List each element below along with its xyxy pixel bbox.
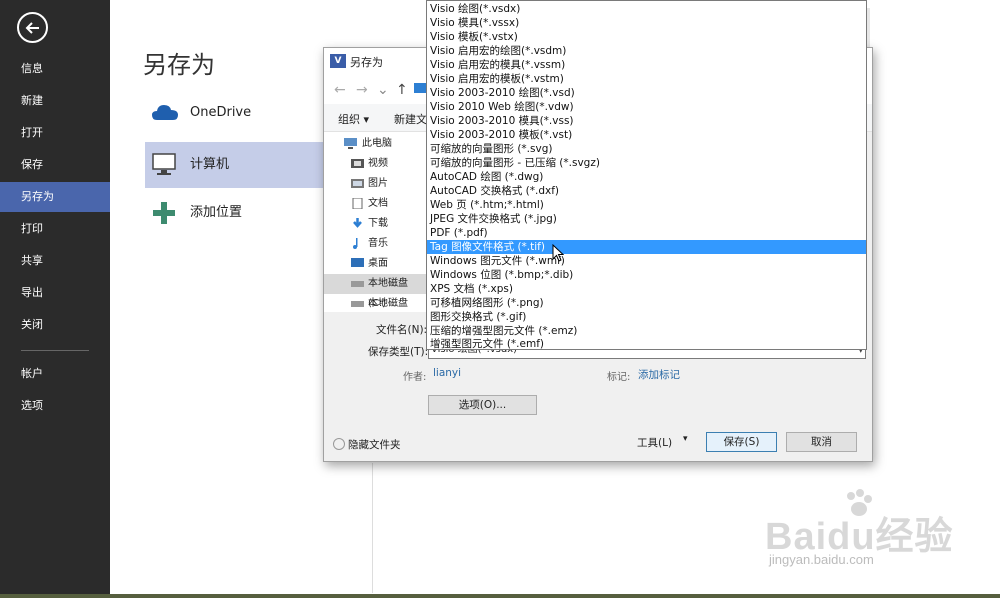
nav-item-account[interactable]: 帐户 (0, 359, 110, 389)
music-icon (353, 238, 358, 249)
filename-label: 文件名(N): (376, 324, 428, 336)
tree-item-music[interactable]: 音乐 (324, 234, 427, 254)
filetype-option[interactable]: PDF (*.pdf) (427, 226, 866, 240)
save-button[interactable]: 保存(S) (706, 432, 777, 452)
nav-item-print[interactable]: 打印 (0, 214, 110, 244)
nav-item-info[interactable]: 信息 (0, 54, 110, 84)
filetype-option[interactable]: 可缩放的向量图形 - 已压缩 (*.svgz) (427, 156, 866, 170)
nav-item-save[interactable]: 保存 (0, 150, 110, 180)
filetype-option[interactable]: AutoCAD 绘图 (*.dwg) (427, 170, 866, 184)
nav-item-close[interactable]: 关闭 (0, 310, 110, 340)
nav-item-options[interactable]: 选项 (0, 391, 110, 421)
disk-icon (351, 301, 364, 307)
chevron-down-icon[interactable]: ⌄ (377, 82, 389, 98)
up-arrow-icon[interactable]: ↑ (396, 82, 408, 98)
filetype-option[interactable]: Visio 2003-2010 模板(*.vst) (427, 128, 866, 142)
filetype-option[interactable]: XPS 文档 (*.xps) (427, 282, 866, 296)
tree-item-this-pc[interactable]: 此电脑 (324, 134, 427, 154)
tags-value[interactable]: 添加标记 (638, 367, 680, 382)
pc-icon (344, 138, 357, 149)
tree-item-disk-d[interactable]: 本地磁盘 (D:) (324, 294, 427, 312)
bottom-strip (0, 594, 1000, 598)
cancel-button[interactable]: 取消 (786, 432, 857, 452)
tags-label: 标记: (607, 372, 631, 383)
place-computer[interactable]: 计算机 (145, 142, 325, 188)
watermark-url: jingyan.baidu.com (769, 552, 874, 567)
tools-dropdown-icon[interactable]: ▾ (683, 434, 688, 444)
dialog-title: 另存为 (350, 56, 383, 69)
nav-item-open[interactable]: 打开 (0, 118, 110, 148)
back-arrow-icon (25, 22, 39, 34)
filetype-option[interactable]: 压缩的增强型图元文件 (*.emz) (427, 324, 866, 338)
filetype-option[interactable]: 图形交换格式 (*.gif) (427, 310, 866, 324)
organize-button[interactable]: 组织 ▾ (338, 111, 369, 127)
hide-folders-label: 隐藏文件夹 (348, 439, 401, 451)
baidu-watermark: Baidu经验 jingyan.baidu.com (765, 489, 995, 590)
filetype-option[interactable]: Windows 图元文件 (*.wmf) (427, 254, 866, 268)
video-icon (351, 159, 364, 168)
forward-arrow-icon[interactable]: → (356, 82, 368, 98)
tree-item-downloads[interactable]: 下载 (324, 214, 427, 234)
plus-icon (153, 202, 175, 224)
tree-item-pictures[interactable]: 图片 (324, 174, 427, 194)
download-icon (353, 218, 362, 228)
filetype-option[interactable]: Visio 启用宏的绘图(*.vsdm) (427, 44, 866, 58)
filetype-label: 保存类型(T): (368, 346, 429, 358)
tree-item-disk-c[interactable]: 本地磁盘 (C:) (324, 274, 427, 309)
author-label: 作者: (403, 372, 427, 383)
back-button[interactable] (17, 12, 48, 43)
hide-folders-toggle[interactable]: 隐藏文件夹 (333, 437, 401, 452)
backstage-nav: 信息 新建 打开 保存 另存为 打印 共享 导出 关闭 帐户 选项 (0, 0, 110, 598)
place-label: 添加位置 (190, 205, 243, 220)
computer-icon (152, 153, 176, 175)
filetype-option[interactable]: Windows 位图 (*.bmp;*.dib) (427, 268, 866, 282)
tree-item-videos[interactable]: 视频 (324, 154, 427, 174)
nav-item-export[interactable]: 导出 (0, 278, 110, 308)
filetype-option[interactable]: Visio 模板(*.vstx) (427, 30, 866, 44)
desktop-icon (351, 258, 364, 267)
filetype-option[interactable]: Visio 启用宏的模具(*.vssm) (427, 58, 866, 72)
place-add-location[interactable]: 添加位置 (145, 190, 325, 236)
author-value[interactable]: lianyi (433, 367, 461, 379)
back-arrow-icon[interactable]: ← (334, 82, 346, 98)
nav-divider (21, 350, 89, 351)
disk-icon (351, 281, 364, 287)
tree-item-documents[interactable]: 文档 (324, 194, 427, 214)
filetype-option[interactable]: Visio 绘图(*.vsdx) (427, 2, 866, 16)
filetype-dropdown-list: Visio 绘图(*.vsdx) Visio 模具(*.vssx) Visio … (426, 0, 867, 350)
filetype-option-highlighted[interactable]: Tag 图像文件格式 (*.tif) (427, 240, 866, 254)
filetype-option[interactable]: 可缩放的向量图形 (*.svg) (427, 142, 866, 156)
filetype-option[interactable]: Visio 2003-2010 绘图(*.vsd) (427, 86, 866, 100)
tools-button[interactable]: 工具(L) (637, 435, 672, 450)
filetype-option[interactable]: Visio 启用宏的模板(*.vstm) (427, 72, 866, 86)
filetype-option[interactable]: 可移植网络图形 (*.png) (427, 296, 866, 310)
filetype-option[interactable]: JPEG 文件交换格式 (*.jpg) (427, 212, 866, 226)
filetype-option[interactable]: 增强型图元文件 (*.emf) (427, 338, 866, 350)
filetype-option[interactable]: Web 页 (*.htm;*.html) (427, 198, 866, 212)
filetype-option[interactable]: Visio 2003-2010 模具(*.vss) (427, 114, 866, 128)
page-title: 另存为 (143, 51, 215, 79)
filetype-option[interactable]: AutoCAD 交换格式 (*.dxf) (427, 184, 866, 198)
place-label: OneDrive (190, 105, 252, 120)
divider (372, 463, 373, 593)
nav-item-new[interactable]: 新建 (0, 86, 110, 116)
tree-item-desktop[interactable]: 桌面 (324, 254, 427, 274)
document-icon (352, 198, 363, 209)
picture-icon (351, 179, 364, 188)
nav-item-share[interactable]: 共享 (0, 246, 110, 276)
mouse-cursor-icon (552, 244, 564, 262)
nav-item-save-as[interactable]: 另存为 (0, 182, 110, 212)
visio-app-icon: V (330, 54, 346, 68)
filetype-option[interactable]: Visio 模具(*.vssx) (427, 16, 866, 30)
chevron-up-icon (333, 438, 345, 450)
place-label: 计算机 (190, 157, 230, 172)
cloud-icon (152, 105, 178, 120)
folder-tree: 此电脑 视频 图片 文档 下载 音乐 桌面 本地磁盘 (C:) 本地磁盘 (324, 132, 427, 312)
place-onedrive[interactable]: OneDrive (145, 90, 325, 136)
filetype-option[interactable]: Visio 2010 Web 绘图(*.vdw) (427, 100, 866, 114)
options-button[interactable]: 选项(O)... (428, 395, 537, 415)
new-folder-button[interactable]: 新建文 (394, 111, 427, 127)
